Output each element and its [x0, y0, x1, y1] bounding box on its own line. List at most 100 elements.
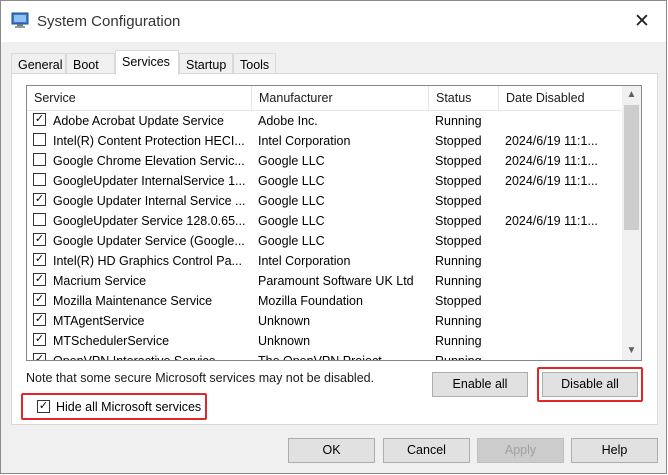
- dialog-footer: OK Cancel Apply Help: [1, 425, 666, 475]
- window-title: System Configuration: [37, 13, 181, 30]
- service-checkbox[interactable]: [33, 213, 46, 226]
- table-row[interactable]: Intel(R) Content Protection HECI... Intel…: [27, 131, 622, 151]
- service-date-disabled: [505, 111, 617, 131]
- service-manufacturer: Mozilla Foundation: [258, 294, 363, 308]
- service-name: Google Updater Internal Service ...: [53, 194, 246, 208]
- msconfig-icon: [11, 12, 29, 29]
- service-checkbox[interactable]: ✓: [33, 233, 46, 246]
- service-status: Running: [435, 274, 482, 288]
- hide-microsoft-highlight: [21, 393, 207, 420]
- service-status: Running: [435, 314, 482, 328]
- column-header-date-disabled[interactable]: Date Disabled: [499, 86, 622, 110]
- help-button[interactable]: Help: [571, 438, 658, 463]
- service-checkbox[interactable]: [33, 133, 46, 146]
- enable-all-button[interactable]: Enable all: [432, 372, 528, 397]
- scroll-down-icon[interactable]: ▼: [622, 342, 641, 360]
- service-date-disabled: [505, 331, 617, 351]
- service-date-disabled: [505, 351, 617, 360]
- tab-services[interactable]: Services: [115, 50, 179, 75]
- service-manufacturer: Unknown: [258, 314, 311, 328]
- service-checkbox[interactable]: ✓: [33, 193, 46, 206]
- services-panel: Service Manufacturer Status Date Disable…: [11, 73, 658, 425]
- tab-startup[interactable]: Startup: [179, 53, 233, 74]
- service-manufacturer: Google LLC: [258, 214, 325, 228]
- apply-button[interactable]: Apply: [477, 438, 564, 463]
- service-manufacturer: Google LLC: [258, 154, 325, 168]
- table-row[interactable]: ✓ MTSchedulerService Unknown Running: [27, 331, 622, 351]
- service-date-disabled: 2024/6/19 11:1...: [505, 174, 598, 188]
- service-name: MTAgentService: [53, 314, 145, 328]
- service-status: Stopped: [435, 194, 482, 208]
- service-date-disabled: [505, 271, 617, 291]
- table-row[interactable]: ✓ Adobe Acrobat Update Service Adobe Inc. R…: [27, 111, 622, 131]
- service-checkbox[interactable]: ✓: [33, 113, 46, 126]
- service-status: Stopped: [435, 294, 482, 308]
- service-date-disabled: 2024/6/19 11:1...: [505, 154, 598, 168]
- service-name: Intel(R) HD Graphics Control Pa...: [53, 254, 242, 268]
- service-name: Google Updater Service (Google...: [53, 234, 245, 248]
- table-row[interactable]: ✓ Intel(R) HD Graphics Control Pa... Intel…: [27, 251, 622, 271]
- service-manufacturer: Google LLC: [258, 234, 325, 248]
- service-checkbox[interactable]: ✓: [33, 333, 46, 346]
- service-name: Adobe Acrobat Update Service: [53, 114, 224, 128]
- service-name: Mozilla Maintenance Service: [53, 294, 213, 308]
- column-header-manufacturer[interactable]: Manufacturer: [252, 86, 429, 110]
- system-configuration-window: System Configuration ✕ General Boot Serv…: [0, 0, 667, 474]
- service-checkbox[interactable]: [33, 173, 46, 186]
- table-row[interactable]: ✓ Google Updater Service (Google... Google…: [27, 231, 622, 251]
- service-name: OpenVPN Interactive Service: [53, 354, 216, 361]
- service-name: MTSchedulerService: [53, 334, 170, 348]
- tab-general[interactable]: General: [11, 53, 66, 74]
- service-status: Running: [435, 254, 482, 268]
- service-manufacturer: Intel Corporation: [258, 134, 351, 148]
- table-row[interactable]: GoogleUpdater Service 128.0.65... Google …: [27, 211, 622, 231]
- service-date-disabled: [505, 251, 617, 271]
- service-date-disabled: [505, 231, 617, 251]
- column-header-status[interactable]: Status: [429, 86, 499, 110]
- service-name: GoogleUpdater InternalService 1...: [53, 174, 246, 188]
- vertical-scrollbar[interactable]: ▲ ▼: [622, 86, 641, 360]
- table-row[interactable]: ✓ Mozilla Maintenance Service Mozilla Foun…: [27, 291, 622, 311]
- tab-tools[interactable]: Tools: [233, 53, 276, 74]
- service-checkbox[interactable]: [33, 153, 46, 166]
- ok-button[interactable]: OK: [288, 438, 375, 463]
- service-manufacturer: Google LLC: [258, 174, 325, 188]
- tab-boot[interactable]: Boot: [66, 53, 115, 74]
- close-icon[interactable]: ✕: [630, 9, 654, 33]
- service-date-disabled: [505, 191, 617, 211]
- service-checkbox[interactable]: ✓: [33, 293, 46, 306]
- scrollbar-thumb[interactable]: [624, 105, 639, 230]
- service-status: Stopped: [435, 234, 482, 248]
- service-status: Running: [435, 354, 482, 361]
- table-row[interactable]: GoogleUpdater InternalService 1... Google…: [27, 171, 622, 191]
- service-manufacturer: Intel Corporation: [258, 254, 351, 268]
- table-row[interactable]: ✓ OpenVPN Interactive Service The OpenVPN …: [27, 351, 622, 361]
- service-date-disabled: [505, 311, 617, 331]
- table-row[interactable]: ✓ Google Updater Internal Service ... Goog…: [27, 191, 622, 211]
- services-list[interactable]: Service Manufacturer Status Date Disable…: [26, 85, 642, 361]
- title-bar[interactable]: System Configuration ✕: [1, 1, 666, 42]
- table-row[interactable]: ✓ Macrium Service Paramount Software UK Lt…: [27, 271, 622, 291]
- service-status: Stopped: [435, 214, 482, 228]
- table-row[interactable]: Google Chrome Elevation Servic... Google …: [27, 151, 622, 171]
- service-name: Macrium Service: [53, 274, 147, 288]
- service-date-disabled: 2024/6/19 11:1...: [505, 134, 598, 148]
- column-header-service[interactable]: Service: [27, 86, 252, 110]
- service-status: Running: [435, 334, 482, 348]
- service-name: GoogleUpdater Service 128.0.65...: [53, 214, 246, 228]
- service-checkbox[interactable]: ✓: [33, 273, 46, 286]
- scroll-up-icon[interactable]: ▲: [622, 86, 641, 104]
- service-manufacturer: Unknown: [258, 334, 311, 348]
- service-name: Google Chrome Elevation Servic...: [53, 154, 245, 168]
- cancel-button[interactable]: Cancel: [383, 438, 470, 463]
- disable-all-highlight: [537, 367, 643, 402]
- service-status: Stopped: [435, 134, 482, 148]
- service-checkbox[interactable]: ✓: [33, 353, 46, 360]
- table-row[interactable]: ✓ MTAgentService Unknown Running: [27, 311, 622, 331]
- service-checkbox[interactable]: ✓: [33, 253, 46, 266]
- service-manufacturer: Adobe Inc.: [258, 114, 318, 128]
- service-manufacturer: The OpenVPN Project: [258, 354, 382, 361]
- secure-services-note: Note that some secure Microsoft services…: [26, 371, 375, 385]
- service-name: Intel(R) Content Protection HECI...: [53, 134, 245, 148]
- service-checkbox[interactable]: ✓: [33, 313, 46, 326]
